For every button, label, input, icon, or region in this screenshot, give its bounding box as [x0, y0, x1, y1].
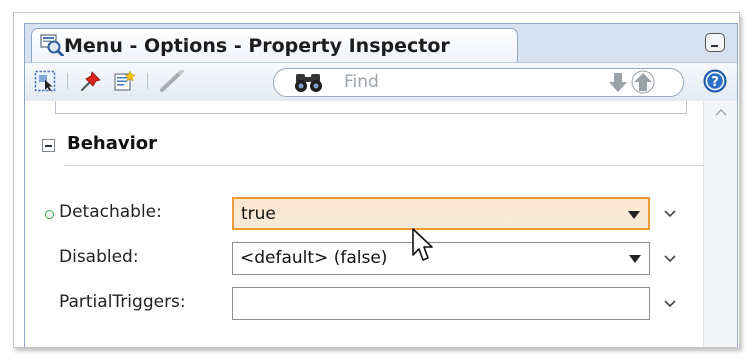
minimize-icon[interactable]: [705, 33, 725, 52]
property-label: PartialTriggers:: [59, 292, 186, 312]
toolbar-separator: [67, 73, 68, 89]
dropdown-arrow-icon[interactable]: [629, 255, 641, 263]
chevron-down-icon[interactable]: [662, 251, 678, 267]
dropdown-arrow-icon[interactable]: [628, 211, 640, 219]
properties-content: Behavior Detachable: true Disabled: <def…: [25, 101, 737, 347]
screenshot-frame: Menu - Options - Property Inspector Find…: [13, 12, 740, 348]
window-title: Menu - Options - Property Inspector: [64, 35, 450, 57]
property-inspector-icon: [40, 34, 64, 56]
arrow-up-icon[interactable]: [631, 70, 655, 94]
toolbar-separator: [147, 73, 148, 89]
chevron-down-icon[interactable]: [662, 296, 678, 312]
section-header-behavior[interactable]: Behavior: [25, 129, 703, 166]
chevron-down-icon[interactable]: [662, 206, 678, 222]
property-label: Detachable:: [59, 202, 162, 222]
pencil-icon[interactable]: [158, 70, 184, 92]
toolbar: Find ?: [25, 62, 737, 102]
previous-section-edge: [686, 101, 687, 113]
section-title: Behavior: [67, 133, 158, 154]
section-divider: [65, 165, 703, 166]
value-set-indicator-icon: [45, 210, 54, 219]
pin-icon[interactable]: [80, 70, 102, 92]
disabled-dropdown[interactable]: <default> (false): [232, 242, 650, 275]
property-inspector-tab[interactable]: Menu - Options - Property Inspector: [31, 28, 518, 63]
arrow-down-icon[interactable]: [607, 71, 629, 93]
help-icon[interactable]: ?: [703, 69, 727, 93]
search-field[interactable]: Find: [273, 68, 684, 97]
svg-text:?: ?: [711, 75, 719, 90]
property-label: Disabled:: [59, 247, 139, 267]
property-inspector-panel: Menu - Options - Property Inspector Find…: [24, 23, 738, 347]
scroll-up-icon[interactable]: [714, 107, 728, 117]
detachable-dropdown[interactable]: true: [232, 197, 650, 230]
collapse-icon[interactable]: [42, 139, 55, 152]
field-value: true: [241, 204, 276, 224]
vertical-scrollbar[interactable]: [703, 101, 737, 347]
mouse-cursor-icon: [412, 228, 433, 261]
partialtriggers-input[interactable]: [232, 287, 650, 320]
binoculars-icon: [295, 74, 322, 92]
search-placeholder: Find: [344, 72, 379, 92]
select-component-icon[interactable]: [34, 70, 56, 92]
field-value: <default> (false): [240, 248, 388, 268]
previous-section-edge: [55, 113, 687, 114]
previous-section-edge: [55, 101, 56, 113]
title-bar: Menu - Options - Property Inspector: [25, 24, 737, 63]
edit-properties-icon[interactable]: [113, 70, 135, 92]
